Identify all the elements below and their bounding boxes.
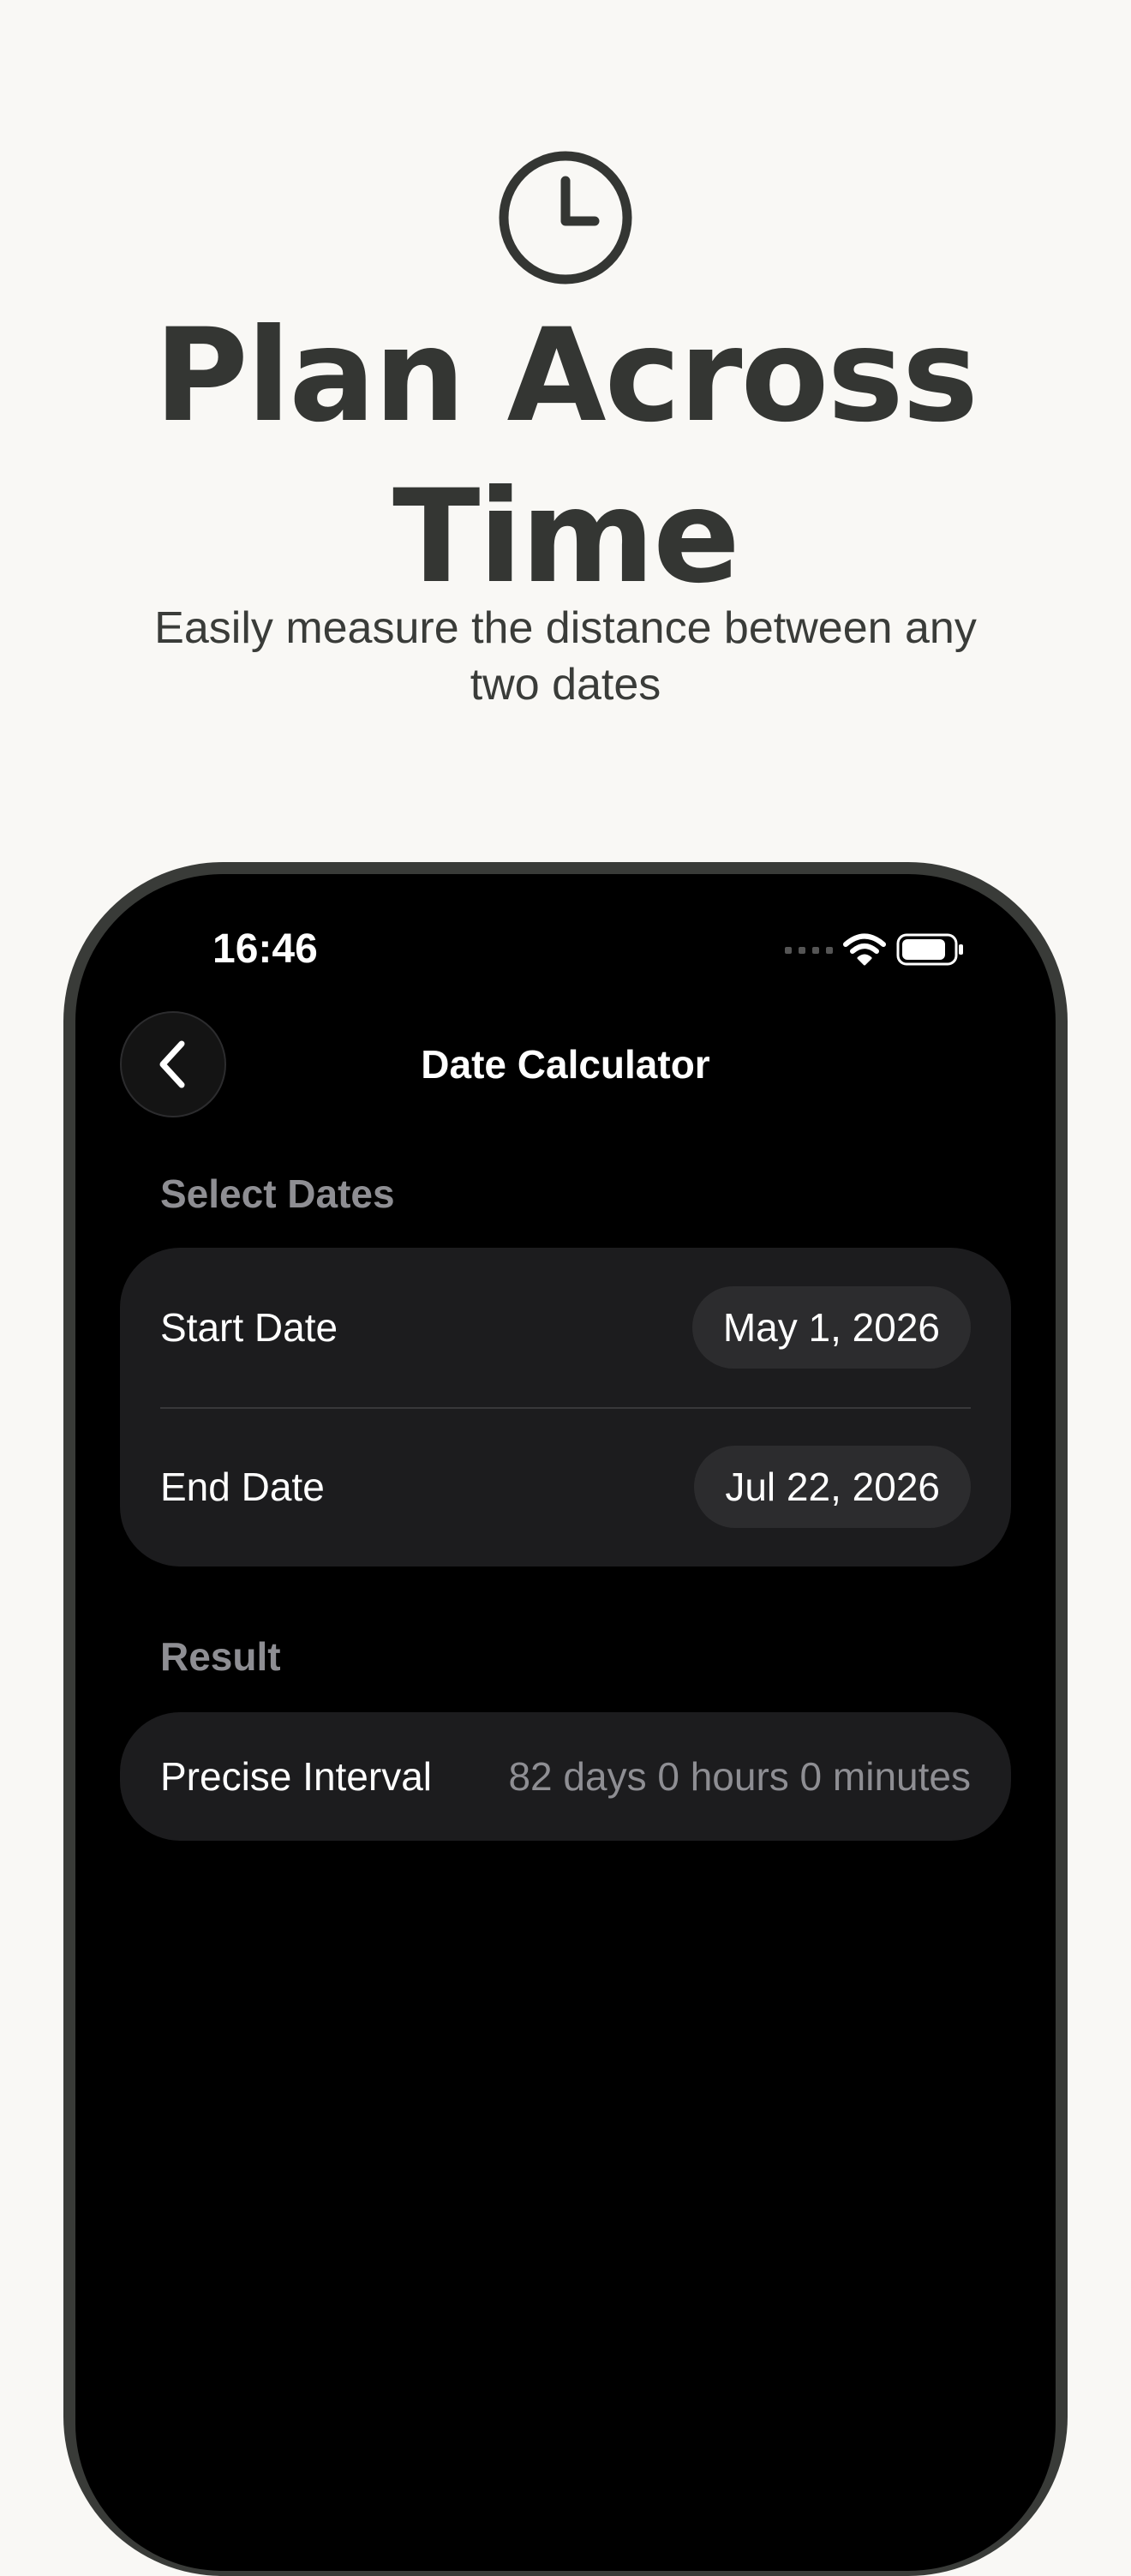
status-time: 16:46 xyxy=(212,926,318,972)
phone-screen: 16:46 Date Calculator Select Dates Start… xyxy=(75,874,1056,2571)
hero-title: Plan Across Time xyxy=(153,302,978,612)
start-date-picker[interactable]: May 1, 2026 xyxy=(691,1286,971,1369)
start-date-label: Start Date xyxy=(160,1305,338,1350)
nav-title: Date Calculator xyxy=(421,1042,710,1087)
battery-icon xyxy=(896,933,963,966)
result-section-label: Result xyxy=(160,1634,281,1679)
dates-card: Start Date May 1, 2026 End Date Jul 22, … xyxy=(120,1248,1011,1567)
status-icons xyxy=(785,931,965,968)
end-date-label: End Date xyxy=(160,1465,325,1509)
hero-subtitle: Easily measure the distance between any … xyxy=(154,603,977,710)
phone-frame: 16:46 Date Calculator Select Dates Start… xyxy=(63,862,1068,2576)
end-date-picker[interactable]: Jul 22, 2026 xyxy=(694,1446,971,1528)
end-date-row: End Date Jul 22, 2026 xyxy=(120,1407,1011,1567)
clock-icon xyxy=(499,151,632,285)
result-card: Precise Interval 82 days 0 hours 0 minut… xyxy=(120,1712,1011,1841)
signal-icon xyxy=(785,947,833,954)
wifi-icon xyxy=(843,933,886,966)
precise-interval-value: 82 days 0 hours 0 minutes xyxy=(508,1754,971,1799)
start-date-row: Start Date May 1, 2026 xyxy=(120,1248,1011,1407)
precise-interval-label: Precise Interval xyxy=(160,1754,433,1799)
select-dates-label: Select Dates xyxy=(160,1171,395,1216)
